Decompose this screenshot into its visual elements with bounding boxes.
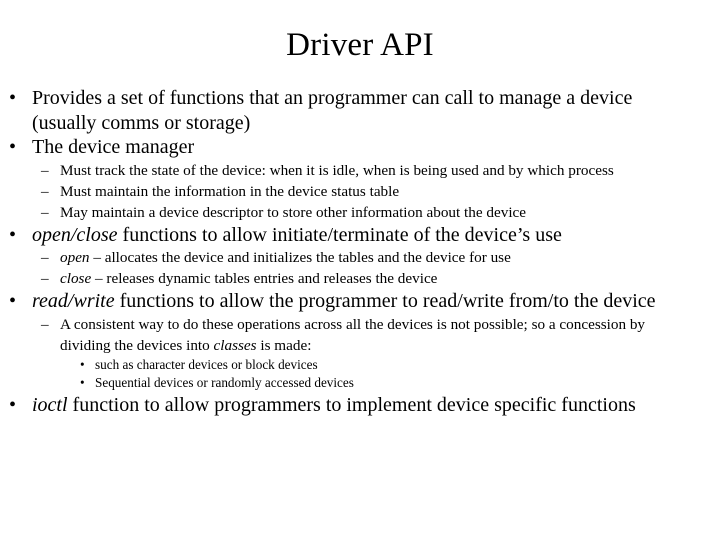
bullet-point-icon: • — [9, 136, 17, 158]
list-item-label: A consistent way to do these operations … — [60, 314, 660, 356]
bullet-list-level2: – A consistent way to do these operation… — [0, 314, 720, 356]
emphasis-text: read/write — [32, 290, 115, 312]
list-item-text-after: is made: — [256, 336, 312, 354]
page-title: Driver API — [286, 27, 434, 63]
emphasis-text: open/close — [32, 223, 118, 246]
slide: Driver API • Provides a set of functions… — [0, 0, 720, 540]
slide-body: • Provides a set of functions that an pr… — [0, 86, 720, 417]
dash-bullet-icon: – — [41, 161, 49, 179]
emphasis-text: open — [60, 249, 90, 266]
list-item-label: such as character devices or block devic… — [95, 356, 318, 372]
list-item-label: Sequential devices or randomly accessed … — [95, 375, 354, 390]
bullet-list-level3: • such as character devices or block dev… — [0, 356, 720, 393]
list-item: • Sequential devices or randomly accesse… — [0, 374, 720, 393]
bullet-list-level1: • ioctl function to allow programmers to… — [0, 393, 720, 418]
list-item-label: read/write functions to allow the progra… — [32, 289, 687, 314]
dash-bullet-icon: – — [41, 203, 49, 221]
list-item: – open – allocates the device and initia… — [0, 247, 720, 268]
bullet-list-level2: – Must track the state of the device: wh… — [0, 160, 720, 223]
list-item-label: The device manager — [32, 136, 195, 158]
list-item: • such as character devices or block dev… — [0, 356, 720, 375]
emphasis-text: close — [60, 270, 92, 287]
list-item-label: open – allocates the device and initiali… — [60, 249, 511, 266]
list-item-text: functions to allow initiate/terminate of… — [117, 223, 562, 246]
bullet-point-icon: • — [9, 290, 17, 312]
list-item-text: function to allow programmers to impleme… — [67, 393, 636, 416]
list-item-label: ioctl function to allow programmers to i… — [32, 393, 692, 418]
list-item: • The device manager — [0, 135, 720, 160]
list-item-text: – releases dynamic tables entries and re… — [91, 270, 438, 287]
dash-bullet-icon: – — [41, 182, 49, 200]
list-item: – A consistent way to do these operation… — [0, 314, 720, 356]
bullet-point-icon: • — [9, 223, 17, 246]
list-item: – May maintain a device descriptor to st… — [0, 202, 720, 223]
bullet-point-icon: • — [80, 356, 85, 372]
dash-bullet-icon: – — [41, 315, 49, 333]
list-item: • read/write functions to allow the prog… — [0, 289, 720, 314]
list-item-label: May maintain a device descriptor to stor… — [60, 203, 527, 221]
list-item-label: open/close functions to allow initiate/t… — [32, 223, 720, 248]
list-item-label: close – releases dynamic tables entries … — [60, 270, 437, 287]
list-item-label: Must track the state of the device: when… — [60, 161, 614, 179]
dash-bullet-icon: – — [41, 249, 49, 266]
list-item-text: – allocates the device and initializes t… — [89, 249, 511, 266]
emphasis-text: ioctl — [32, 393, 68, 416]
list-item: • Provides a set of functions that an pr… — [0, 86, 720, 135]
list-item: – Must maintain the information in the d… — [0, 181, 720, 202]
bullet-list-level1: • open/close functions to allow initiate… — [0, 223, 720, 248]
bullet-point-icon: • — [9, 393, 17, 416]
bullet-point-icon: • — [80, 375, 85, 390]
list-item-label: Must maintain the information in the dev… — [60, 182, 400, 200]
emphasis-text: classes — [213, 336, 257, 354]
bullet-list-level2: – open – allocates the device and initia… — [0, 247, 720, 289]
list-item: • open/close functions to allow initiate… — [0, 223, 720, 248]
bullet-list-level1: • Provides a set of functions that an pr… — [0, 86, 720, 160]
list-item: – Must track the state of the device: wh… — [0, 160, 720, 181]
list-item-text-before: A consistent way to do these operations … — [60, 315, 646, 354]
bullet-point-icon: • — [9, 87, 17, 109]
list-item: • ioctl function to allow programmers to… — [0, 393, 720, 418]
dash-bullet-icon: – — [41, 270, 49, 287]
list-item-label: Provides a set of functions that an prog… — [32, 87, 633, 134]
list-item-text: functions to allow the programmer to rea… — [114, 290, 656, 312]
bullet-list-level1: • read/write functions to allow the prog… — [0, 289, 720, 314]
list-item: – close – releases dynamic tables entrie… — [0, 268, 720, 289]
